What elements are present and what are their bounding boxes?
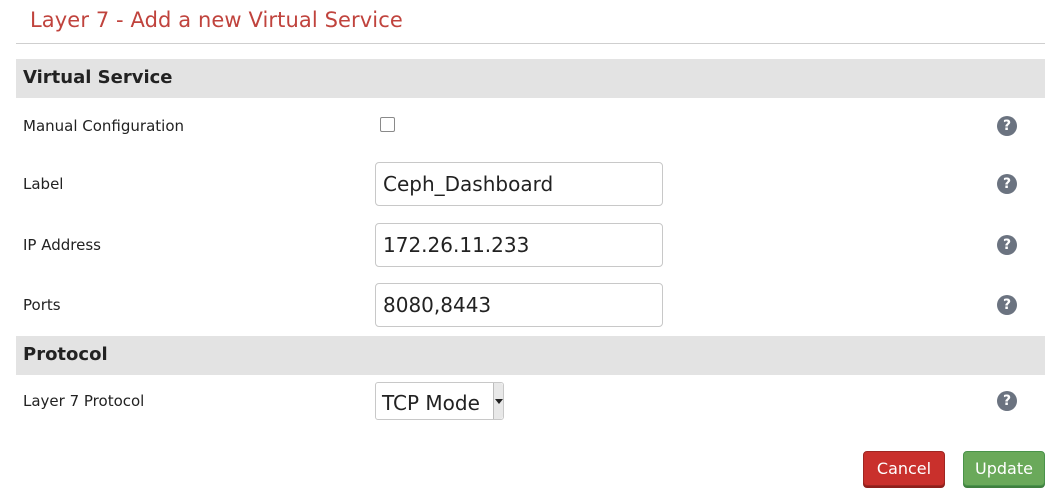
help-icon[interactable]: ? xyxy=(997,235,1017,255)
help-icon[interactable]: ? xyxy=(997,174,1017,194)
update-button[interactable]: Update xyxy=(963,451,1045,486)
layer7-protocol-label: Layer 7 Protocol xyxy=(23,392,145,410)
label-input[interactable] xyxy=(375,162,663,206)
label-field-label: Label xyxy=(23,175,64,193)
manual-configuration-label: Manual Configuration xyxy=(23,117,185,135)
ports-label: Ports xyxy=(23,296,61,314)
ip-address-label: IP Address xyxy=(23,236,101,254)
section-title: Protocol xyxy=(23,344,108,365)
ports-input[interactable] xyxy=(375,283,663,327)
help-icon[interactable]: ? xyxy=(997,391,1017,411)
dropdown-button[interactable] xyxy=(493,383,503,419)
layer7-protocol-select[interactable]: TCP Mode xyxy=(375,382,504,420)
help-icon[interactable]: ? xyxy=(997,295,1017,315)
ip-address-input[interactable] xyxy=(375,223,663,267)
manual-configuration-checkbox[interactable] xyxy=(380,117,395,132)
section-header-protocol: Protocol xyxy=(16,336,1045,375)
page-title: Layer 7 - Add a new Virtual Service xyxy=(30,8,403,32)
chevron-down-icon xyxy=(495,399,503,404)
section-title: Virtual Service xyxy=(23,67,173,88)
section-header-virtual-service: Virtual Service xyxy=(16,59,1045,98)
select-value: TCP Mode xyxy=(382,391,480,415)
cancel-button[interactable]: Cancel xyxy=(863,451,945,486)
title-divider xyxy=(16,43,1045,44)
help-icon[interactable]: ? xyxy=(997,116,1017,136)
